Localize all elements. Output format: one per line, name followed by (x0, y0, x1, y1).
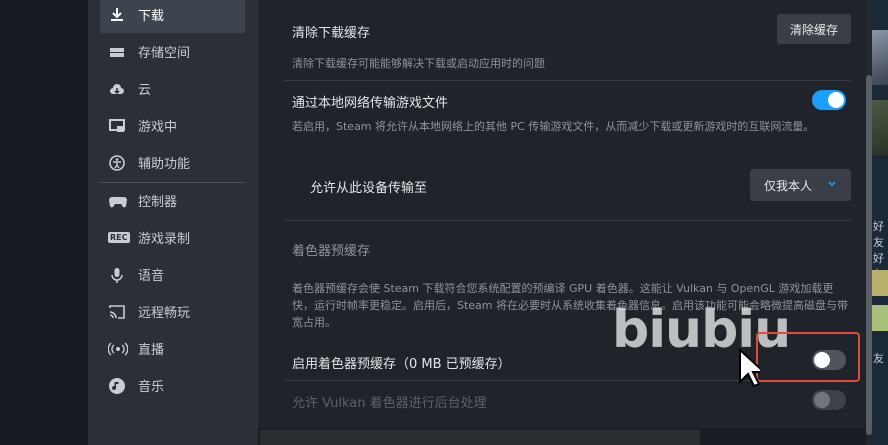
accessibility-icon (108, 154, 134, 172)
sidebar-item-downloads[interactable]: 下载 (100, 0, 245, 33)
settings-sidebar: 下载 存储空间 云 游戏中 辅助功能 控制器 REC 游戏录制 语音 远程畅玩 … (88, 0, 258, 445)
mouse-cursor-icon (738, 347, 767, 392)
shader-section-heading: 着色器预缓存 (292, 244, 371, 259)
remote-play-icon (108, 303, 134, 321)
avatar (872, 270, 888, 296)
bottom-bar-inner (260, 430, 700, 445)
sidebar-item-voice[interactable]: 语音 (100, 256, 245, 293)
left-background (0, 0, 88, 445)
sidebar-item-label: 控制器 (138, 195, 178, 210)
clear-cache-title: 清除下载缓存 (292, 26, 371, 41)
sidebar-item-cloud[interactable]: 云 (100, 70, 245, 107)
cloud-icon (108, 80, 134, 98)
friends-snippet: 友 (873, 352, 884, 365)
sidebar-item-recording[interactable]: REC 游戏录制 (100, 219, 245, 256)
sidebar-item-label: 语音 (138, 269, 165, 284)
sidebar-item-label: 音乐 (138, 380, 165, 395)
sidebar-item-label: 游戏录制 (138, 232, 191, 247)
allow-transfer-title: 允许从此设备传输至 (310, 181, 428, 196)
sidebar-item-label: 游戏中 (138, 120, 178, 135)
sidebar-item-music[interactable]: 音乐 (100, 367, 245, 404)
sidebar-item-broadcast[interactable]: 直播 (100, 330, 245, 367)
sidebar-item-label: 远程畅玩 (138, 306, 191, 321)
friends-snippet: 好友 (873, 220, 884, 249)
avatar (872, 305, 888, 331)
download-icon (108, 6, 134, 24)
sidebar-item-label: 辅助功能 (138, 157, 191, 172)
in-game-icon (108, 117, 134, 135)
music-icon (108, 377, 134, 395)
controller-icon (108, 192, 134, 210)
allow-transfer-dropdown[interactable]: 仅我本人 (750, 169, 851, 201)
vulkan-bg-title: 允许 Vulkan 着色器进行后台处理 (292, 396, 487, 411)
lan-transfer-toggle[interactable] (812, 90, 846, 110)
chevron-down-icon (827, 178, 837, 192)
clear-cache-button[interactable]: 清除缓存 (777, 14, 851, 44)
sidebar-item-controller[interactable]: 控制器 (100, 182, 245, 219)
broadcast-icon (108, 340, 134, 358)
microphone-icon (108, 266, 134, 284)
lan-transfer-title: 通过本地网络传输游戏文件 (292, 96, 449, 111)
clear-cache-desc: 清除下载缓存可能能够解决下载或启动应用时的问题 (292, 57, 545, 70)
sidebar-item-label: 直播 (138, 343, 165, 358)
sidebar-item-label: 下载 (138, 9, 165, 24)
shader-precache-title: 启用着色器预缓存（0 MB 已预缓存） (292, 357, 511, 372)
game-thumbnail (872, 30, 888, 85)
sidebar-item-accessibility[interactable]: 辅助功能 (100, 144, 245, 181)
rec-badge: REC (108, 232, 130, 243)
lan-transfer-desc: 若启用，Steam 将允许从本地网络上的其他 PC 传输游戏文件，从而减少下载或… (292, 120, 815, 133)
storage-icon (108, 43, 134, 61)
rec-icon: REC (108, 232, 134, 243)
sidebar-item-label: 存储空间 (138, 46, 191, 61)
vulkan-bg-toggle[interactable] (812, 390, 846, 410)
dropdown-value: 仅我本人 (764, 178, 813, 193)
sidebar-item-remote-play[interactable]: 远程畅玩 (100, 293, 245, 330)
sidebar-item-label: 云 (138, 83, 152, 98)
sidebar-item-storage[interactable]: 存储空间 (100, 33, 245, 70)
sidebar-item-in-game[interactable]: 游戏中 (100, 107, 245, 144)
highlight-box (756, 332, 860, 382)
divider (284, 80, 851, 81)
game-thumbnail (872, 100, 888, 155)
divider (284, 220, 851, 221)
